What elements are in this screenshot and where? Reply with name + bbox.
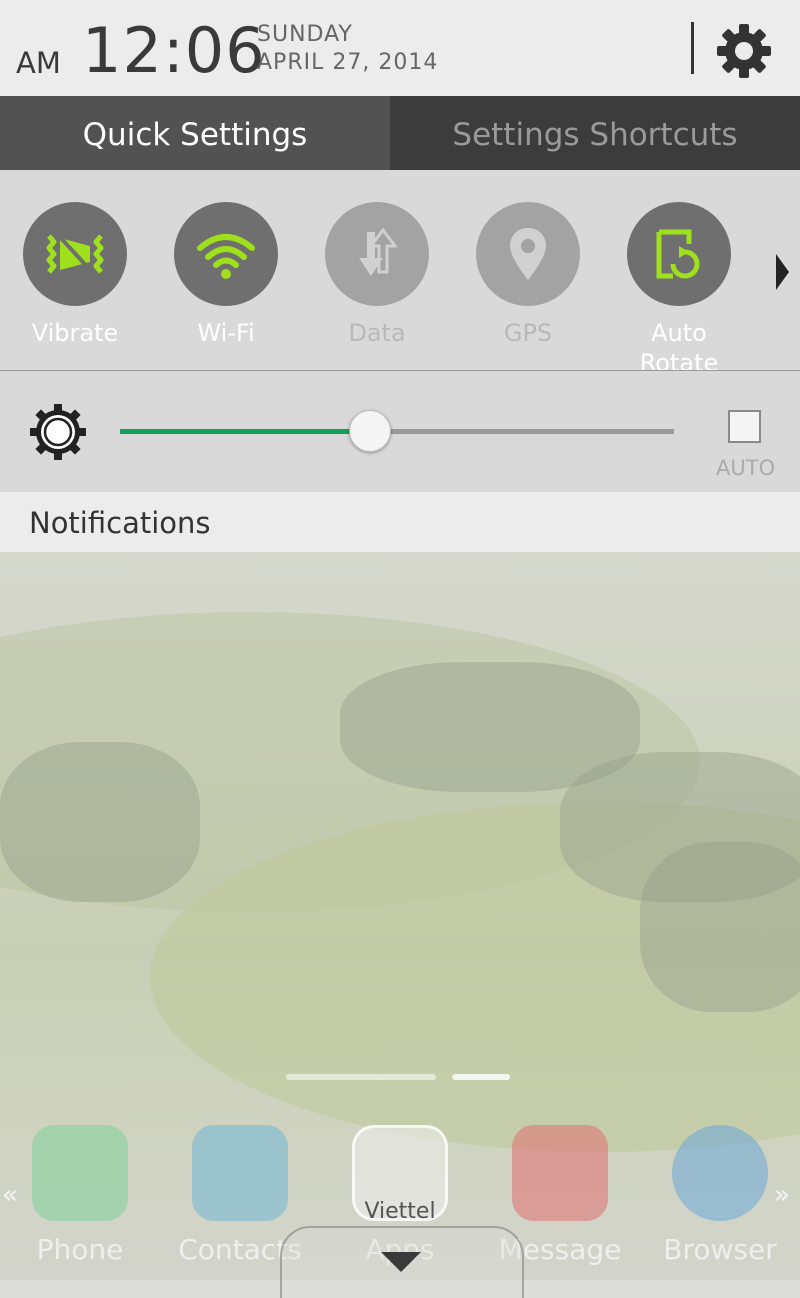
dock-app-browser[interactable]: Browser <box>650 1125 790 1266</box>
auto-brightness-checkbox[interactable] <box>728 410 761 443</box>
page-indicator-active <box>452 1074 510 1080</box>
tab-quick-settings[interactable]: Quick Settings <box>0 96 390 170</box>
app-label: Browser <box>663 1233 777 1266</box>
dock-app-phone[interactable]: Phone <box>10 1125 150 1266</box>
data-toggle-button[interactable] <box>325 202 429 306</box>
wifi-toggle-button[interactable] <box>174 202 278 306</box>
date-label: APRIL 27, 2014 <box>257 50 439 75</box>
gear-icon[interactable] <box>715 22 773 80</box>
tab-settings-shortcuts[interactable]: Settings Shortcuts <box>390 96 800 170</box>
am-pm-label: AM <box>16 46 61 80</box>
gps-label: GPS <box>503 319 553 347</box>
toggle-vibrate[interactable]: Vibrate <box>5 202 145 370</box>
wallpaper-trees <box>0 742 200 902</box>
header-divider <box>691 22 694 74</box>
brightness-icon <box>28 402 88 466</box>
auto-rotate-label: Auto Rotate <box>639 319 719 371</box>
toggle-wifi[interactable]: Wi-Fi <box>156 202 296 370</box>
brightness-slider-fill <box>120 429 370 434</box>
vibrate-toggle-button[interactable] <box>23 202 127 306</box>
brightness-slider-thumb[interactable] <box>349 410 392 452</box>
gps-icon <box>510 228 546 280</box>
data-label: Data <box>348 319 406 347</box>
carrier-label: Viettel <box>364 1199 436 1224</box>
app-label: Phone <box>36 1233 124 1266</box>
status-header: AM 12:06 SUNDAY APRIL 27, 2014 <box>0 0 800 96</box>
gps-toggle-button[interactable] <box>476 202 580 306</box>
brightness-slider[interactable] <box>120 410 674 452</box>
settings-tabs: Quick Settings Settings Shortcuts <box>0 96 800 170</box>
notifications-label: Notifications <box>29 506 211 540</box>
clock-time: 12:06 <box>82 14 266 87</box>
data-icon <box>359 227 398 276</box>
page-indicator <box>286 1074 436 1080</box>
wallpaper-trees <box>640 842 800 1012</box>
notifications-header: Notifications <box>0 492 800 552</box>
auto-rotate-icon <box>656 229 700 279</box>
wifi-icon <box>197 234 255 279</box>
brightness-row: AUTO <box>0 371 800 492</box>
toggle-auto-rotate[interactable]: Auto Rotate <box>609 202 749 371</box>
quick-settings-panel: Vibrate Wi-Fi Data GPS Auto Rotate <box>0 170 800 371</box>
chevron-right-icon[interactable] <box>776 254 789 290</box>
vibrate-icon <box>46 234 104 274</box>
auto-rotate-toggle-button[interactable] <box>627 202 731 306</box>
day-of-week: SUNDAY <box>257 22 353 47</box>
collapse-arrow-icon[interactable] <box>381 1252 421 1272</box>
toggle-data[interactable]: Data <box>307 202 447 370</box>
vibrate-label: Vibrate <box>31 319 119 347</box>
auto-brightness-label: AUTO <box>716 456 776 480</box>
wifi-label: Wi-Fi <box>197 319 255 347</box>
toggle-gps[interactable]: GPS <box>458 202 598 370</box>
